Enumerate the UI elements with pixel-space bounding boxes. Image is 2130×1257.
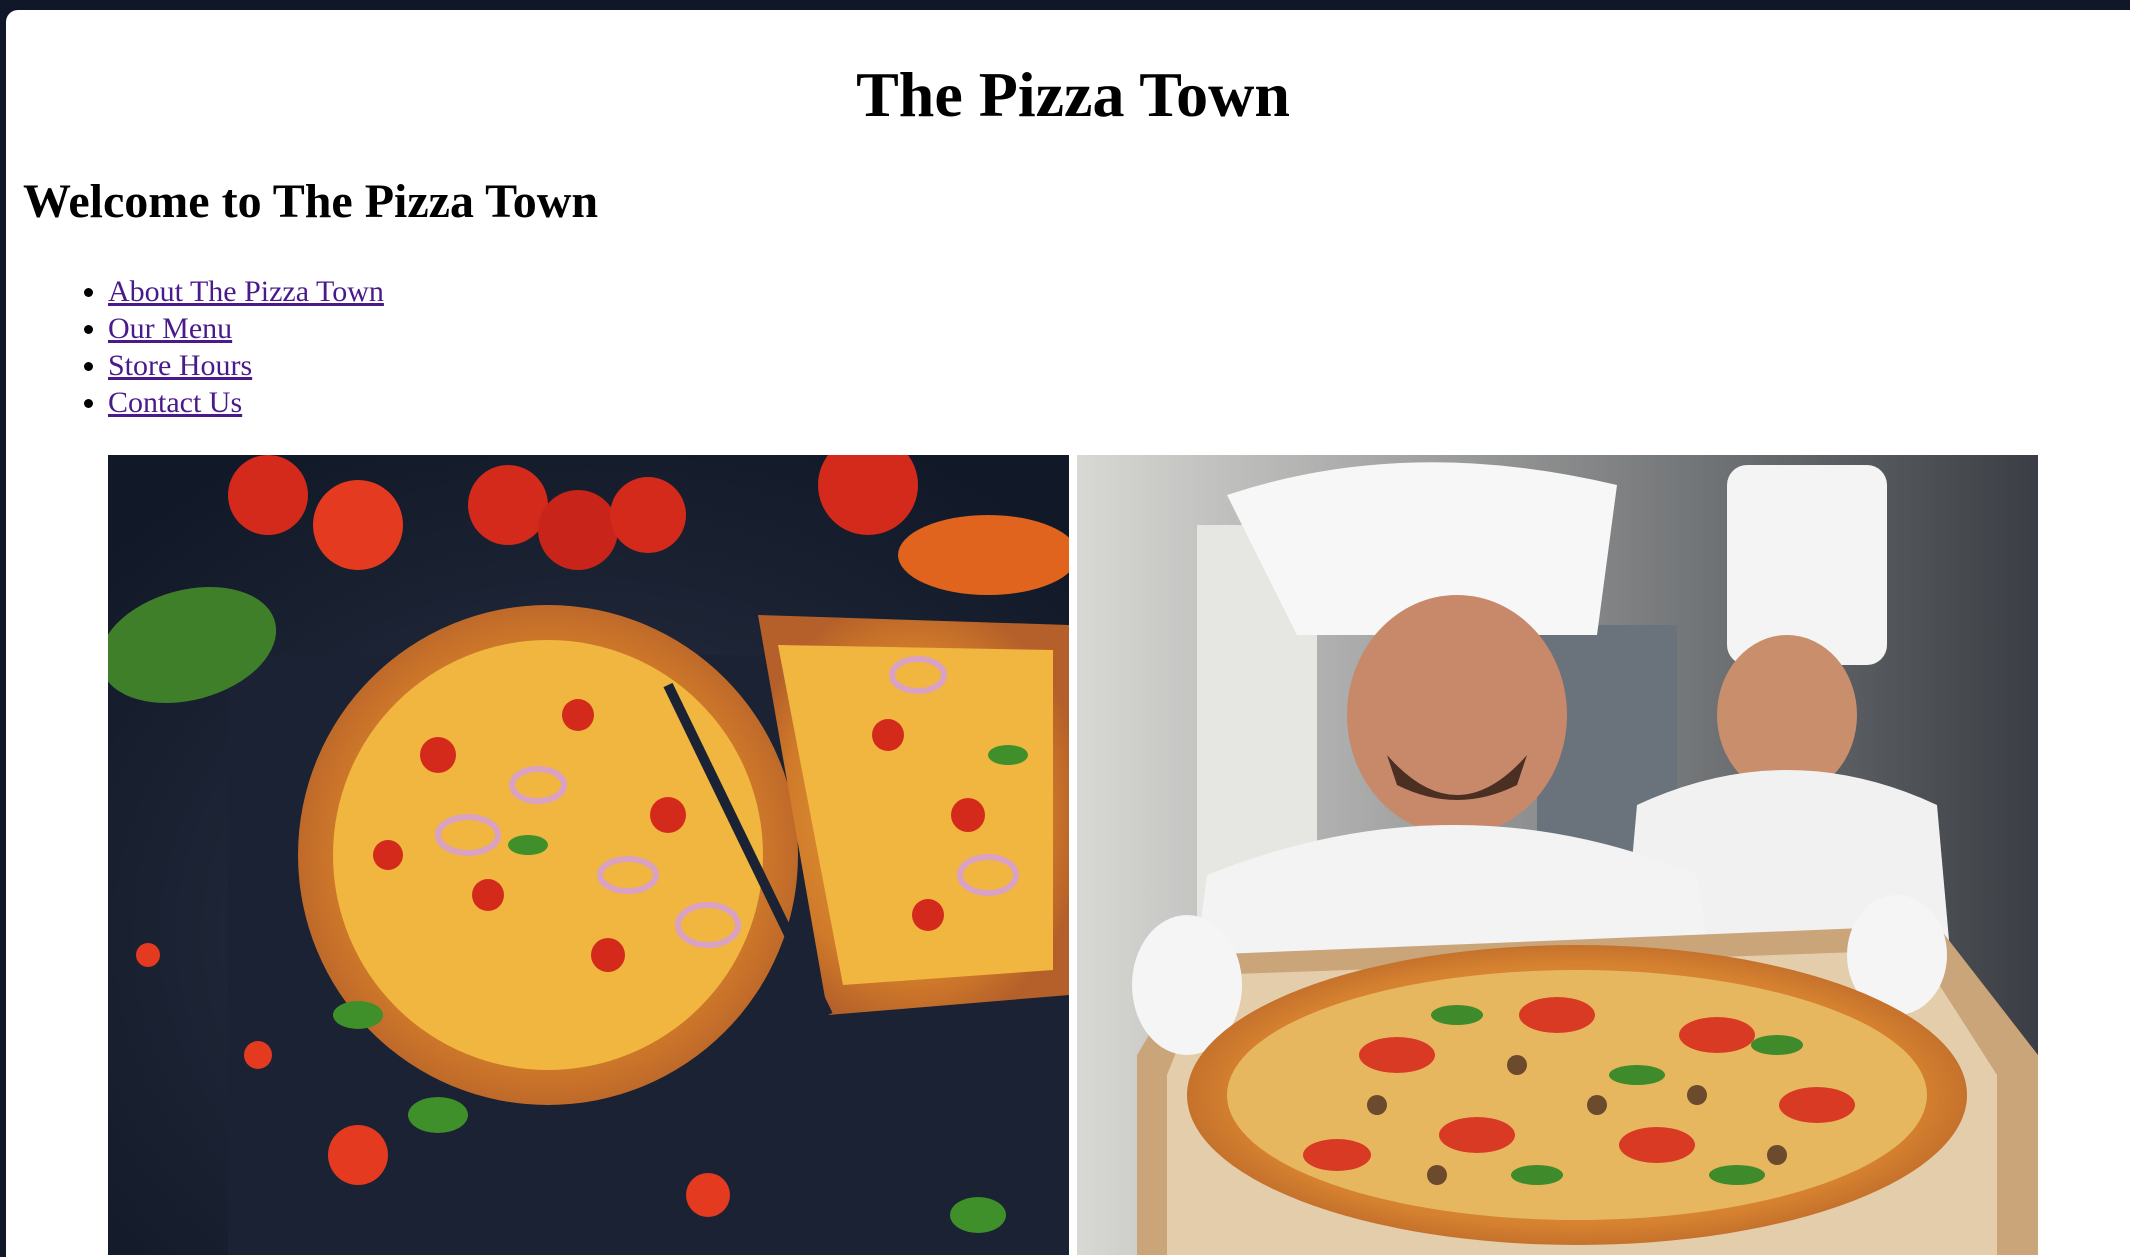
nav-link-menu[interactable]: Our Menu — [108, 312, 232, 345]
list-item: About The Pizza Town — [108, 273, 384, 310]
nav-link-about[interactable]: About The Pizza Town — [108, 275, 384, 308]
welcome-heading: Welcome to The Pizza Town — [23, 175, 599, 228]
list-item: Contact Us — [108, 384, 384, 421]
pizza-photo-icon — [108, 455, 1069, 1255]
chefs-with-pizza-photo-icon — [1077, 455, 2038, 1255]
nav-link-hours[interactable]: Store Hours — [108, 349, 252, 382]
list-item: Store Hours — [108, 347, 384, 384]
pizza-photo — [108, 455, 1069, 1255]
page-title: The Pizza Town — [856, 59, 1290, 130]
chefs-photo — [1077, 455, 2038, 1255]
nav-link-contact[interactable]: Contact Us — [108, 386, 242, 419]
list-item: Our Menu — [108, 310, 384, 347]
nav-list: About The Pizza Town Our Menu Store Hour… — [76, 273, 384, 421]
browser-viewport: The Pizza Town Welcome to The Pizza Town… — [6, 10, 2130, 1257]
